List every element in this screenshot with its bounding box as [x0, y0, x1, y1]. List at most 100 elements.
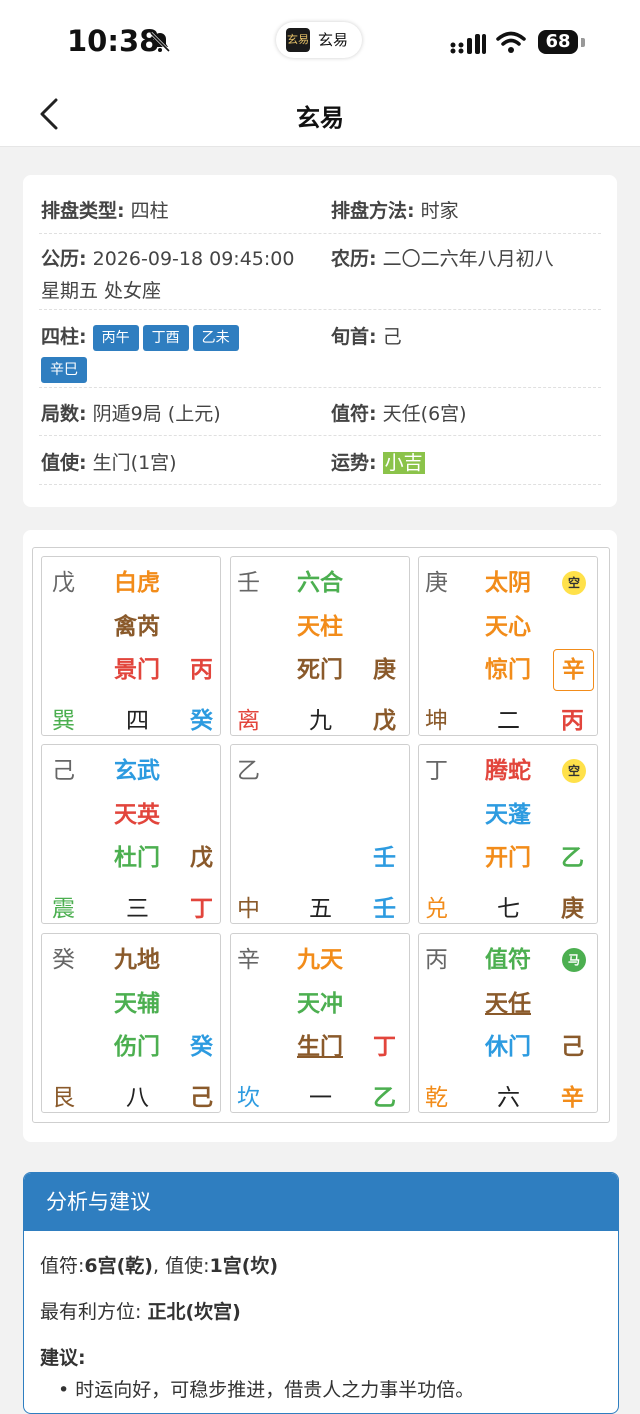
info-lunar: 农历: 二〇二六年八月初八 — [331, 248, 554, 270]
palace-right-stem: 辛 — [553, 649, 594, 691]
info-zhifu: 值符: 天任(6宫) — [331, 403, 467, 425]
palace-door: 休门 — [485, 1034, 531, 1060]
pillar-tag[interactable]: 辛巳 — [41, 356, 87, 383]
advice-suggest-label: 建议: — [40, 1347, 86, 1369]
palace-stem: 丙 — [425, 947, 448, 973]
palace-stem: 己 — [52, 758, 75, 784]
palace-door: 杜门 — [114, 845, 160, 871]
palace-xun[interactable]: 戊 白虎 禽芮 景门 丙 巽 四 癸 — [41, 556, 221, 736]
palace-number: 八 — [126, 1085, 149, 1111]
palace-star: 天任 — [485, 991, 531, 1017]
pillar-tag[interactable]: 丙午 — [92, 324, 139, 351]
palace-gen[interactable]: 癸 九地 天辅 伤门 癸 艮 八 己 — [41, 933, 221, 1113]
palace-earth-stem: 戊 — [373, 708, 396, 734]
divider — [39, 387, 601, 388]
palace-number: 六 — [497, 1085, 520, 1111]
palace-right-stem: 己 — [561, 1034, 584, 1060]
pillar-tag[interactable]: 乙未 — [192, 324, 239, 351]
palace-gua: 中 — [237, 896, 260, 922]
divider — [39, 309, 601, 310]
palace-gua: 坎 — [237, 1085, 260, 1111]
info-xunshou: 旬首: 己 — [331, 326, 402, 348]
chart-info-card: 排盘类型: 四柱 排盘方法: 时家 公历: 2026-09-18 09:45:0… — [23, 175, 617, 507]
advice-bullet: • 时运向好，可稳步推进，借贵人之力事半功倍。 — [58, 1379, 475, 1401]
palace-right-stem: 丁 — [373, 1034, 396, 1060]
palace-earth-stem: 丁 — [190, 896, 213, 922]
palace-star: 天心 — [485, 614, 531, 640]
info-fortune: 运势: 小吉 — [331, 452, 425, 474]
signal-icon — [450, 34, 486, 54]
palace-door: 伤门 — [114, 1034, 160, 1060]
info-method: 排盘方法: 时家 — [331, 200, 459, 222]
palace-god: 腾蛇 — [485, 758, 531, 784]
divider — [39, 233, 601, 234]
palace-stem: 庚 — [425, 570, 448, 596]
info-type: 排盘类型: 四柱 — [41, 200, 169, 222]
palace-door: 惊门 — [485, 657, 531, 683]
page-title: 玄易 — [296, 104, 344, 132]
advice-direction-line: 最有利方位: 正北(坎宫) — [40, 1301, 241, 1323]
palace-gua: 艮 — [52, 1085, 75, 1111]
palace-number: 五 — [309, 896, 332, 922]
palace-dui[interactable]: 丁 腾蛇 空 天蓬 开门 乙 兑 七 庚 — [418, 744, 598, 924]
palace-earth-stem: 丙 — [561, 708, 584, 734]
palace-right-stem: 庚 — [373, 657, 396, 683]
palace-number: 一 — [309, 1085, 332, 1111]
palace-earth-stem: 壬 — [373, 896, 396, 922]
palace-door: 景门 — [114, 657, 160, 683]
palace-door: 开门 — [485, 845, 531, 871]
status-time: 10:38 — [67, 24, 160, 58]
palace-gua: 乾 — [425, 1085, 448, 1111]
palace-god: 值符 — [485, 947, 531, 973]
palace-god: 太阴 — [485, 570, 531, 596]
palace-star: 禽芮 — [114, 614, 160, 640]
fortune-badge: 小吉 — [382, 452, 425, 474]
palace-number: 三 — [126, 896, 149, 922]
nav-bar: 玄易 — [0, 84, 640, 147]
advice-zhifu-line: 值符:6宫(乾), 值使:1宫(坎) — [40, 1255, 279, 1277]
info-zhishi: 值使: 生门(1宫) — [41, 452, 177, 474]
palace-gua: 坤 — [425, 708, 448, 734]
battery-tip — [581, 38, 585, 47]
palace-earth-stem: 癸 — [190, 708, 213, 734]
palace-gua: 离 — [237, 708, 260, 734]
palace-stem: 癸 — [52, 947, 75, 973]
palace-stem: 戊 — [52, 570, 75, 596]
palace-number: 四 — [126, 708, 149, 734]
status-bar: 10:38 玄易 玄易 68 — [0, 0, 640, 84]
palace-zhen[interactable]: 己 玄武 天英 杜门 戊 震 三 丁 — [41, 744, 221, 924]
palace-right-stem: 丙 — [190, 657, 213, 683]
palace-stem: 乙 — [237, 758, 260, 784]
app-logo-icon: 玄易 — [286, 28, 310, 52]
empty-badge: 空 — [562, 759, 586, 783]
palace-earth-stem: 乙 — [373, 1085, 396, 1111]
palace-gua: 巽 — [52, 708, 75, 734]
bell-muted-icon — [149, 31, 171, 53]
palace-earth-stem: 庚 — [561, 896, 584, 922]
advice-title: 分析与建议 — [24, 1173, 618, 1231]
palace-li[interactable]: 壬 六合 天柱 死门 庚 离 九 戊 — [230, 556, 410, 736]
palace-kun[interactable]: 庚 太阴 空 天心 惊门 辛 坤 二 丙 — [418, 556, 598, 736]
palace-door: 生门 — [297, 1034, 343, 1060]
palace-star: 天柱 — [297, 614, 343, 640]
pillar-tag[interactable]: 丁酉 — [142, 324, 189, 351]
palace-door: 死门 — [297, 657, 343, 683]
palace-god: 玄武 — [114, 758, 160, 784]
palace-gua: 震 — [52, 896, 75, 922]
info-solar: 公历: 2026-09-18 09:45:00 — [41, 248, 295, 270]
dynamic-island-pill[interactable]: 玄易 玄易 — [276, 22, 362, 58]
palace-gua: 兑 — [425, 896, 448, 922]
palace-star: 天蓬 — [485, 802, 531, 828]
palace-kan[interactable]: 辛 九天 天冲 生门 丁 坎 一 乙 — [230, 933, 410, 1113]
palace-god: 六合 — [297, 570, 343, 596]
palace-stem: 丁 — [425, 758, 448, 784]
palace-number: 二 — [497, 708, 520, 734]
empty-badge: 空 — [562, 571, 586, 595]
palace-god: 白虎 — [114, 570, 160, 596]
advice-card: 分析与建议 值符:6宫(乾), 值使:1宫(坎) 最有利方位: 正北(坎宫) 建… — [23, 1172, 619, 1414]
palace-right-stem: 壬 — [373, 845, 396, 871]
palace-god: 九天 — [297, 947, 343, 973]
divider — [39, 484, 601, 485]
palace-center[interactable]: 乙 壬 中 五 壬 — [230, 744, 410, 924]
palace-qian[interactable]: 丙 值符 马 天任 休门 己 乾 六 辛 — [418, 933, 598, 1113]
